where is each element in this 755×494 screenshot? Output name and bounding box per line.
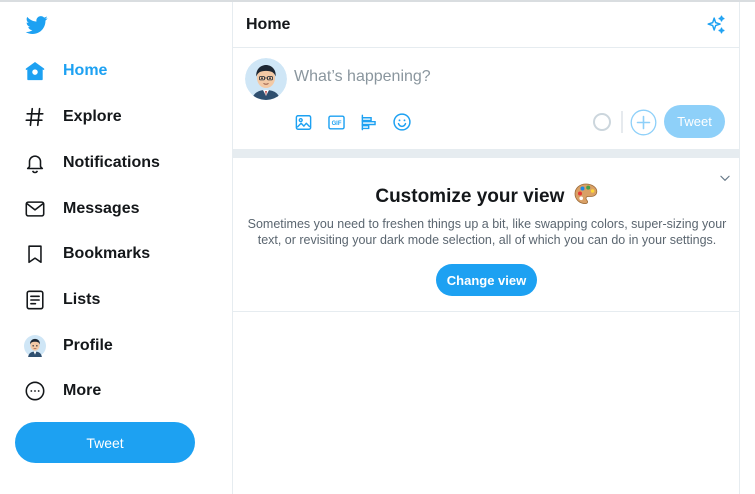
bell-icon (24, 152, 46, 174)
sidebar-item-label: Bookmarks (63, 245, 151, 262)
sidebar-item-bookmarks[interactable]: Bookmarks (14, 234, 160, 274)
list-icon (24, 289, 46, 311)
sidebar-item-label: Messages (63, 200, 140, 217)
palette-icon (574, 183, 597, 205)
bookmark-icon (24, 243, 46, 265)
add-tweet-thread-icon[interactable] (630, 109, 657, 136)
sidebar-tweet-button[interactable]: Tweet (15, 422, 195, 463)
sidebar-item-notifications[interactable]: Notifications (14, 143, 170, 183)
svg-text:GIF: GIF (331, 121, 341, 127)
page-title: Home (246, 15, 291, 33)
emoji-icon[interactable] (392, 112, 412, 132)
customize-title: Customize your view (233, 183, 740, 208)
gif-icon[interactable]: GIF (326, 112, 346, 132)
sidebar-item-lists[interactable]: Lists (14, 280, 110, 320)
hashtag-icon (24, 106, 46, 128)
image-icon[interactable] (293, 112, 313, 132)
sidebar-item-label: Lists (63, 291, 101, 308)
home-icon (24, 60, 46, 82)
section-divider (233, 149, 740, 158)
sidebar-item-label: Notifications (63, 154, 160, 171)
sparkle-icon[interactable] (705, 14, 727, 36)
avatar-icon (24, 335, 46, 357)
envelope-icon (24, 198, 46, 220)
sidebar-item-home[interactable]: Home (14, 51, 117, 91)
avatar[interactable] (245, 58, 287, 100)
twitter-bird-icon[interactable] (24, 14, 50, 36)
sidebar-item-more[interactable]: More (14, 371, 111, 411)
timeline-header: Home (233, 2, 739, 48)
compose-input[interactable] (294, 65, 714, 89)
sidebar-item-messages[interactable]: Messages (14, 189, 150, 229)
sidebar-item-explore[interactable]: Explore (14, 97, 132, 137)
main-timeline: Home What’s happening? GIF Tweet Customi… (232, 2, 740, 494)
sidebar-item-label: Home (63, 62, 108, 79)
sidebar-item-profile[interactable]: Profile (14, 326, 123, 366)
poll-icon[interactable] (359, 112, 379, 132)
more-circle-icon (24, 380, 46, 402)
compose-tweet-button[interactable]: Tweet (664, 105, 725, 138)
sidebar-item-label: Explore (63, 108, 122, 125)
customize-title-text: Customize your view (375, 186, 565, 207)
change-view-button[interactable]: Change view (436, 264, 537, 296)
sidebar-item-label: Profile (63, 337, 113, 354)
sidebar: Home Explore Notifications Messages Book… (0, 2, 232, 494)
customize-view-card: Customize your view Sometimes you need t… (233, 158, 740, 312)
sidebar-item-label: More (63, 382, 102, 399)
customize-description: Sometimes you need to freshen things up … (247, 217, 727, 247)
